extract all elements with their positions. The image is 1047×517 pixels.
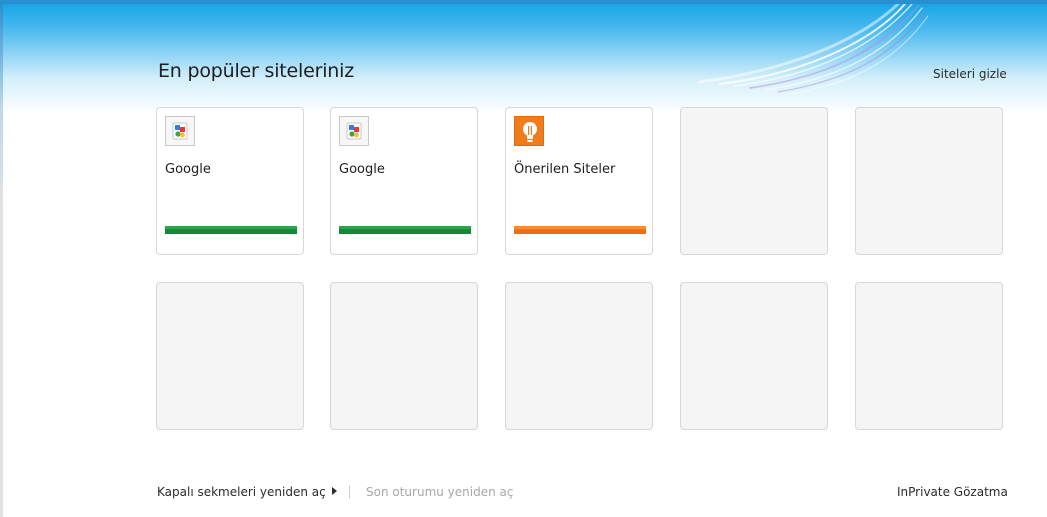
lightbulb-icon xyxy=(514,116,544,146)
header-banner xyxy=(0,4,1047,114)
window-left-edge xyxy=(0,4,3,517)
empty-site-tile[interactable] xyxy=(680,282,828,430)
reopen-closed-tabs-label: Kapalı sekmeleri yeniden aç xyxy=(157,485,326,499)
inprivate-browsing-link[interactable]: InPrivate Gözatma xyxy=(897,485,1008,499)
hide-sites-link[interactable]: Siteleri gizle xyxy=(933,67,1007,81)
empty-site-tile[interactable] xyxy=(156,282,304,430)
google-favicon-icon xyxy=(339,116,369,146)
google-favicon-icon xyxy=(165,116,195,146)
empty-site-tile[interactable] xyxy=(330,282,478,430)
empty-site-tile[interactable] xyxy=(855,282,1003,430)
activity-bar xyxy=(339,226,471,234)
empty-site-tile[interactable] xyxy=(505,282,653,430)
reopen-last-session-link: Son oturumu yeniden aç xyxy=(366,485,514,499)
site-tile-google-1[interactable]: Google xyxy=(156,107,304,255)
tile-label: Google xyxy=(165,162,211,177)
tile-label: Google xyxy=(339,162,385,177)
tile-label: Önerilen Siteler xyxy=(514,162,616,177)
page-title: En popüler siteleriniz xyxy=(158,60,354,82)
menu-arrow-icon xyxy=(331,487,337,495)
empty-site-tile[interactable] xyxy=(680,107,828,255)
site-tile-suggested-sites[interactable]: Önerilen Siteler xyxy=(505,107,653,255)
banner-swoosh-decoration xyxy=(698,4,929,95)
empty-site-tile[interactable] xyxy=(855,107,1003,255)
activity-bar xyxy=(165,226,297,234)
site-tile-google-2[interactable]: Google xyxy=(330,107,478,255)
footer-separator xyxy=(349,485,350,499)
activity-bar xyxy=(514,226,646,234)
reopen-closed-tabs-link[interactable]: Kapalı sekmeleri yeniden aç xyxy=(157,485,337,499)
